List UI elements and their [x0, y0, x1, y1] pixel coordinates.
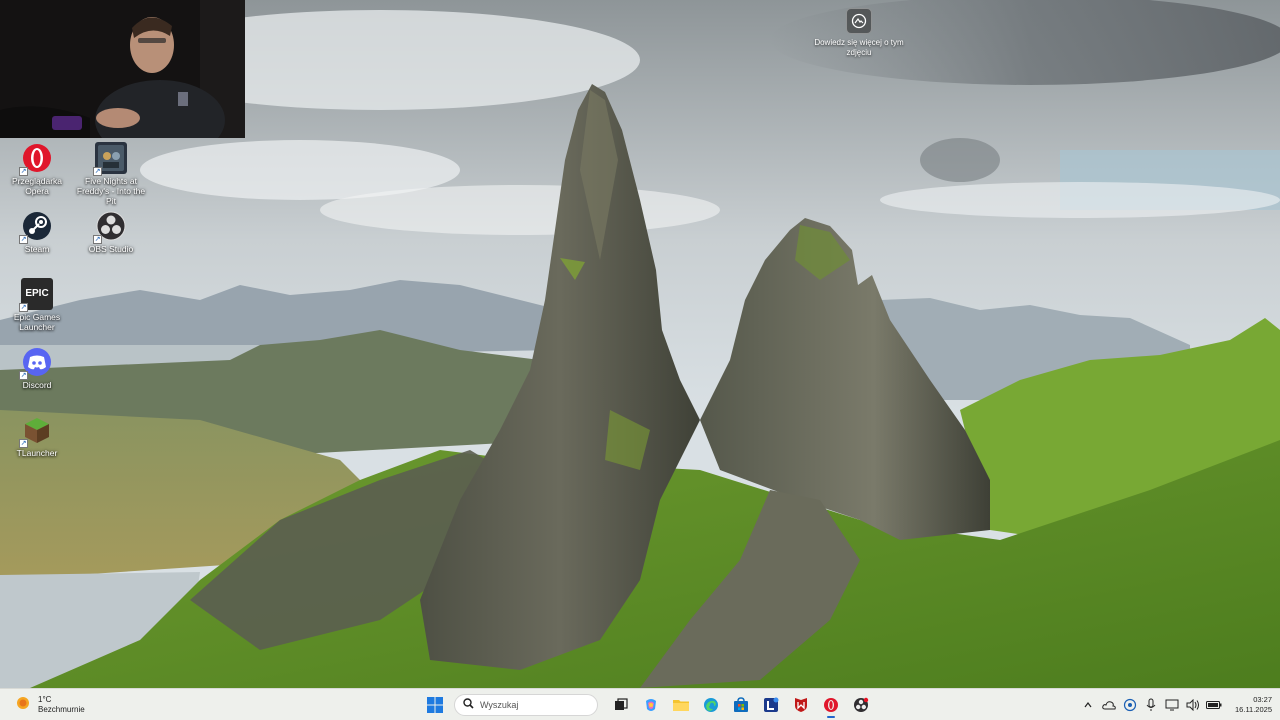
shortcut-arrow-icon: ↗: [19, 303, 28, 312]
taskbar: 1°C Bezchmurnie Wyszukaj 03:27 16.11.202…: [0, 688, 1280, 720]
shortcut-arrow-icon: ↗: [19, 439, 28, 448]
search-icon: [463, 696, 474, 714]
mcafee-icon: [795, 698, 807, 712]
learn-more-about-picture[interactable]: Dowiedz się więcej o tym zdjęciu: [814, 8, 904, 58]
clock-time: 03:27: [1253, 695, 1272, 704]
battery-icon[interactable]: [1206, 697, 1222, 713]
desktop-icon-opera[interactable]: ↗ Przeglądarka Opera: [0, 142, 74, 196]
weather-widget[interactable]: 1°C Bezchmurnie: [14, 693, 85, 717]
copilot-icon: [646, 699, 656, 711]
taskbar-center: [422, 692, 874, 718]
network-status-icon[interactable]: [1122, 697, 1138, 713]
obs-icon: [854, 697, 869, 712]
start-button[interactable]: [422, 692, 448, 718]
edge-icon: [704, 698, 718, 712]
obs-taskbar-button[interactable]: [848, 692, 874, 718]
discord-icon: ↗: [19, 346, 53, 380]
microphone-icon[interactable]: [1143, 697, 1159, 713]
clock-date: 16.11.2025: [1235, 705, 1272, 714]
mcafee-button[interactable]: [788, 692, 814, 718]
shortcut-arrow-icon: ↗: [19, 235, 28, 244]
task-view-icon: [615, 698, 628, 710]
weather-condition: Bezchmurnie: [38, 705, 85, 714]
search-input[interactable]: [480, 700, 590, 710]
tlauncher-icon: ↗: [19, 414, 53, 448]
desktop-icon-fnaf[interactable]: ↗ Five Nights at Freddy's - Into the Pit: [74, 142, 148, 206]
weather-sun-icon: [14, 694, 32, 717]
task-view-button[interactable]: [608, 692, 634, 718]
webcam-overlay: [0, 0, 245, 138]
camera-info-icon: [846, 8, 872, 34]
taskbar-clock[interactable]: 03:27 16.11.2025: [1235, 695, 1272, 715]
display-icon[interactable]: [1164, 697, 1180, 713]
desktop-icon-discord[interactable]: ↗ Discord: [0, 346, 74, 390]
fnaf-game-icon: ↗: [93, 142, 127, 176]
desktop-icon-label: TLauncher: [16, 448, 58, 458]
copilot-button[interactable]: [638, 692, 664, 718]
obs-studio-icon: ↗: [93, 210, 127, 244]
lenovo-icon: [764, 697, 779, 712]
onedrive-icon[interactable]: [1101, 697, 1117, 713]
folder-icon: [673, 700, 689, 711]
file-explorer-button[interactable]: [668, 692, 694, 718]
system-tray: 03:27 16.11.2025: [1080, 692, 1272, 718]
shortcut-arrow-icon: ↗: [19, 371, 28, 380]
desktop-icon-steam[interactable]: ↗ Steam: [0, 210, 74, 254]
shortcut-arrow-icon: ↗: [93, 235, 102, 244]
desktop-icon-label: Five Nights at Freddy's - Into the Pit: [76, 176, 146, 206]
opera-taskbar-button[interactable]: [818, 692, 844, 718]
taskbar-search[interactable]: [454, 694, 598, 716]
weather-temperature: 1°C: [38, 695, 52, 704]
opera-browser-icon: ↗: [19, 142, 53, 176]
desktop-icon-epic[interactable]: EPIC ↗ Epic Games Launcher: [0, 278, 74, 332]
volume-icon[interactable]: [1185, 697, 1201, 713]
desktop-icon-label: Przeglądarka Opera: [11, 176, 63, 196]
microsoft-store-button[interactable]: [728, 692, 754, 718]
chevron-up-icon[interactable]: [1080, 697, 1096, 713]
opera-icon: [824, 698, 838, 712]
desktop-icon-tlauncher[interactable]: ↗ TLauncher: [0, 414, 74, 458]
steam-icon: ↗: [19, 210, 53, 244]
lenovo-vantage-button[interactable]: [758, 692, 784, 718]
shortcut-arrow-icon: ↗: [93, 167, 102, 176]
epic-games-icon: EPIC ↗: [19, 278, 53, 312]
desktop-icon-label: Steam: [24, 244, 50, 254]
desktop-icon-label: Discord: [22, 380, 52, 390]
shortcut-arrow-icon: ↗: [19, 167, 28, 176]
desktop-icon-obs[interactable]: ↗ OBS Studio: [74, 210, 148, 254]
desktop-icon-label: OBS Studio: [88, 244, 134, 254]
desktop-icon-label: Epic Games Launcher: [13, 312, 61, 332]
running-indicator: [827, 716, 835, 718]
edge-button[interactable]: [698, 692, 724, 718]
windows-logo-icon: [427, 697, 443, 713]
learn-more-label: Dowiedz się więcej o tym zdjęciu: [814, 38, 904, 57]
store-icon: [734, 697, 748, 712]
